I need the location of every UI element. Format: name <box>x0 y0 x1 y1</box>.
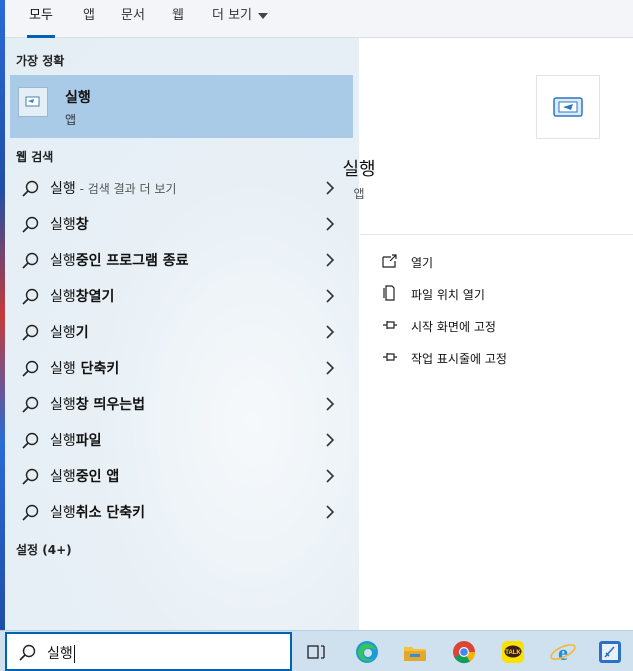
task-view-icon[interactable] <box>300 636 332 668</box>
web-search-completion: 취소 단축키 <box>75 505 146 521</box>
search-icon <box>22 360 39 377</box>
chevron-right-icon[interactable] <box>325 397 335 411</box>
chevron-right-icon[interactable] <box>325 361 335 375</box>
taskbar: 실행 TALK e <box>0 630 633 671</box>
web-search-item[interactable]: 실행창 띄우는법 <box>10 386 353 422</box>
search-icon <box>22 432 39 449</box>
chevron-right-icon[interactable] <box>325 253 335 267</box>
file-explorer-icon[interactable] <box>399 636 431 668</box>
best-match-heading: 가장 정확 <box>16 54 65 68</box>
web-search-query: 실행 <box>50 433 76 449</box>
chevron-right-icon[interactable] <box>325 289 335 303</box>
tab-all[interactable]: 모두 <box>27 0 55 38</box>
web-search-item[interactable]: 실행중인 프로그램 종료 <box>10 242 353 278</box>
detail-title: 실행 <box>342 159 376 180</box>
web-search-query: 실행 <box>50 181 76 197</box>
tab-apps[interactable]: 앱 <box>83 0 95 38</box>
best-match-item[interactable]: 실행 앱 <box>10 75 353 138</box>
search-icon <box>22 288 39 305</box>
web-search-query: 실행 <box>50 361 76 377</box>
tab-more[interactable]: 더 보기 <box>212 0 269 38</box>
web-search-query: 실행 <box>50 289 76 305</box>
chevron-right-icon[interactable] <box>325 217 335 231</box>
best-match-title: 실행 <box>65 90 91 106</box>
chevron-right-icon[interactable] <box>325 469 335 483</box>
detail-pane: 실행 앱 열기 파일 위치 열기 시작 화면에 고정 작업 표시줄에 고정 <box>342 38 633 630</box>
search-icon <box>22 324 39 341</box>
file-location-icon <box>383 285 395 301</box>
text-cursor <box>73 645 75 663</box>
web-search-query: 실행 <box>50 505 76 521</box>
search-icon <box>22 468 39 485</box>
run-app-icon <box>18 87 48 117</box>
web-search-completion: 파일 <box>75 433 102 449</box>
tab-web[interactable]: 웹 <box>172 0 184 38</box>
chevron-down-icon <box>258 12 269 19</box>
search-input[interactable]: 실행 <box>5 632 292 671</box>
search-icon <box>22 396 39 413</box>
pin-icon <box>383 353 397 361</box>
search-query: 실행 <box>47 646 73 662</box>
web-search-query: 실행 <box>50 397 76 413</box>
web-search-completion: 중인 앱 <box>75 469 120 485</box>
web-search-item[interactable]: 실행기 <box>10 314 353 350</box>
chrome-icon[interactable] <box>448 636 480 668</box>
search-icon <box>22 252 39 269</box>
chevron-right-icon[interactable] <box>325 433 335 447</box>
pin-icon <box>383 321 397 329</box>
detail-type: 앱 <box>353 187 365 201</box>
results-pane: 가장 정확 실행 앱 웹 검색 실행 - 검색 결과 더 보기 실행창 실행중인 프… <box>5 38 359 630</box>
run-app-large-icon <box>536 75 600 139</box>
sticky-app-icon[interactable] <box>594 636 626 668</box>
settings-heading: 설정 (4+) <box>16 543 72 557</box>
web-search-completion: 단축키 <box>75 361 120 377</box>
web-search-item[interactable]: 실행파일 <box>10 422 353 458</box>
web-search-item[interactable]: 실행 단축키 <box>10 350 353 386</box>
web-search-heading: 웹 검색 <box>16 150 54 164</box>
kakaotalk-label: TALK <box>505 650 521 656</box>
web-search-item[interactable]: 실행창열기 <box>10 278 353 314</box>
search-icon <box>19 644 36 661</box>
search-icon <box>22 180 39 197</box>
web-search-completion: 기 <box>75 325 89 341</box>
web-search-item[interactable]: 실행창 <box>10 206 353 242</box>
web-search-query: 실행 <box>50 253 76 269</box>
web-search-completion: 창 <box>75 217 89 233</box>
web-search-item[interactable]: 실행중인 앱 <box>10 458 353 494</box>
tab-documents[interactable]: 문서 <box>121 0 145 38</box>
web-search-query: 실행 <box>50 217 76 233</box>
chevron-right-icon[interactable] <box>325 325 335 339</box>
search-icon <box>22 504 39 521</box>
divider <box>360 234 633 235</box>
internet-explorer-icon[interactable]: e <box>547 636 579 668</box>
web-search-item[interactable]: 실행취소 단축키 <box>10 494 353 530</box>
open-icon <box>382 254 397 268</box>
best-match-type: 앱 <box>65 113 77 127</box>
kakaotalk-icon[interactable]: TALK <box>497 636 529 668</box>
edge-icon[interactable] <box>351 636 383 668</box>
web-search-query: 실행 <box>50 469 76 485</box>
web-search-completion: 창열기 <box>75 289 115 305</box>
svg-text:e: e <box>558 640 568 665</box>
search-scope-tabs: 모두 앱 문서 웹 더 보기 <box>5 0 633 38</box>
web-search-completion: 중인 프로그램 종료 <box>75 253 189 269</box>
search-icon <box>22 216 39 233</box>
web-search-query: 실행 <box>50 325 76 341</box>
web-search-completion: 창 띄우는법 <box>75 397 146 413</box>
chevron-right-icon[interactable] <box>325 505 335 519</box>
